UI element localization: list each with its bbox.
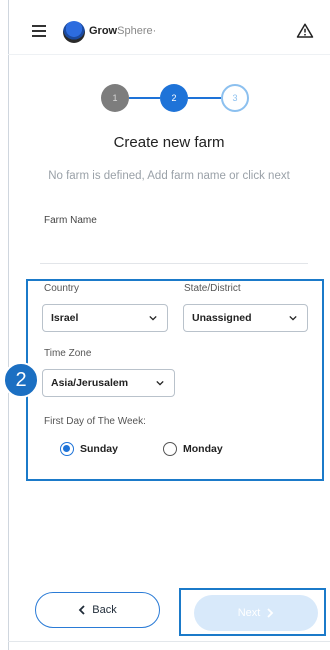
farm-name-label: Farm Name [44, 215, 97, 226]
back-button[interactable]: Back [35, 592, 160, 628]
timezone-label: Time Zone [44, 348, 92, 359]
bottom-divider [8, 641, 330, 642]
step-3-indicator: 3 [221, 84, 249, 112]
chevron-right-icon [267, 608, 274, 618]
next-button[interactable]: Next [194, 595, 318, 631]
logo-thin-text: Sphere [117, 25, 153, 37]
timezone-select[interactable]: Asia/Jerusalem [42, 369, 175, 397]
country-select[interactable]: Israel [42, 304, 168, 332]
country-value: Israel [51, 312, 79, 324]
logo-tm: · [152, 25, 157, 37]
chevron-down-icon [289, 315, 297, 321]
stepper-connector-1 [129, 97, 160, 99]
hamburger-menu-icon[interactable] [32, 25, 46, 37]
back-button-label: Back [92, 604, 117, 616]
step-2-indicator: 2 [160, 84, 188, 112]
monday-radio[interactable] [163, 442, 177, 456]
sunday-radio-label[interactable]: Sunday [80, 443, 118, 455]
app-header: GrowSphere· [8, 16, 318, 48]
app-logo: GrowSphere· [89, 25, 156, 37]
state-label: State/District [184, 283, 241, 294]
wizard-stepper: 1 2 3 [101, 84, 256, 112]
chevron-down-icon [156, 380, 164, 386]
header-divider [8, 54, 330, 55]
page-subtitle: No farm is defined, Add farm name or cli… [48, 170, 290, 182]
first-day-label: First Day of The Week: [44, 416, 146, 427]
country-label: Country [44, 283, 80, 294]
chevron-left-icon [78, 605, 85, 615]
warning-icon[interactable] [296, 22, 314, 40]
next-highlight: Next [179, 588, 326, 636]
state-value: Unassigned [192, 312, 252, 324]
annotation-badge: 2 [3, 362, 39, 398]
chevron-down-icon [149, 315, 157, 321]
page-title: Create new farm [113, 134, 225, 151]
monday-radio-label[interactable]: Monday [183, 443, 223, 455]
logo-bold-text: Grow [89, 25, 118, 37]
growsphere-logo-icon [63, 21, 85, 43]
timezone-value: Asia/Jerusalem [51, 377, 129, 389]
sunday-radio[interactable] [60, 442, 74, 456]
stepper-connector-2 [188, 97, 221, 99]
state-select[interactable]: Unassigned [183, 304, 308, 332]
farm-name-input[interactable] [40, 232, 308, 264]
step-1-indicator: 1 [101, 84, 129, 112]
next-button-label: Next [237, 607, 261, 619]
